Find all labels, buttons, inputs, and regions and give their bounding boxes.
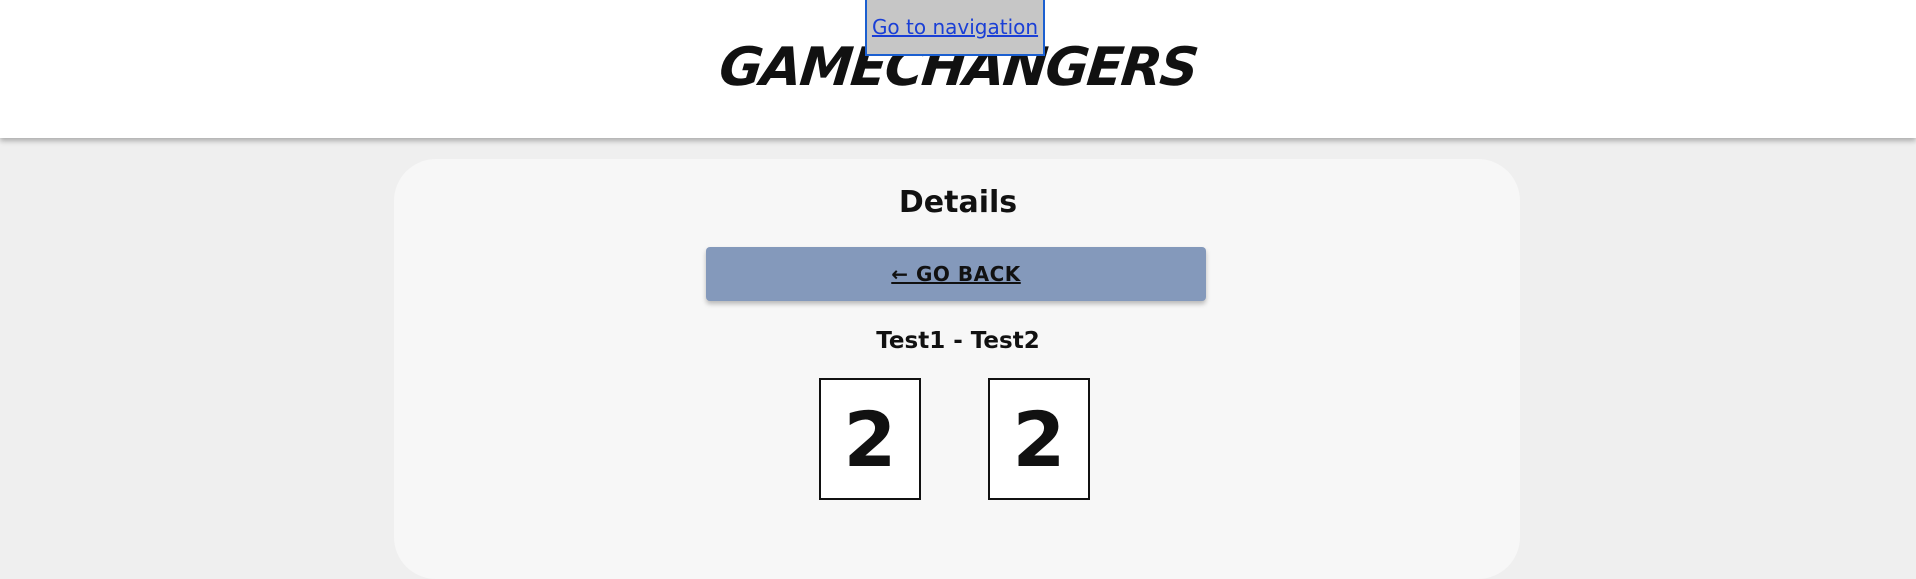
home-score: 2 <box>819 378 921 500</box>
skip-to-navigation-link[interactable]: Go to navigation <box>865 0 1045 56</box>
match-title: Test1 - Test2 <box>876 328 1040 354</box>
page-title: Details <box>898 185 1018 220</box>
away-score: 2 <box>988 378 1090 500</box>
go-back-button[interactable]: ← GO BACK <box>706 247 1206 301</box>
